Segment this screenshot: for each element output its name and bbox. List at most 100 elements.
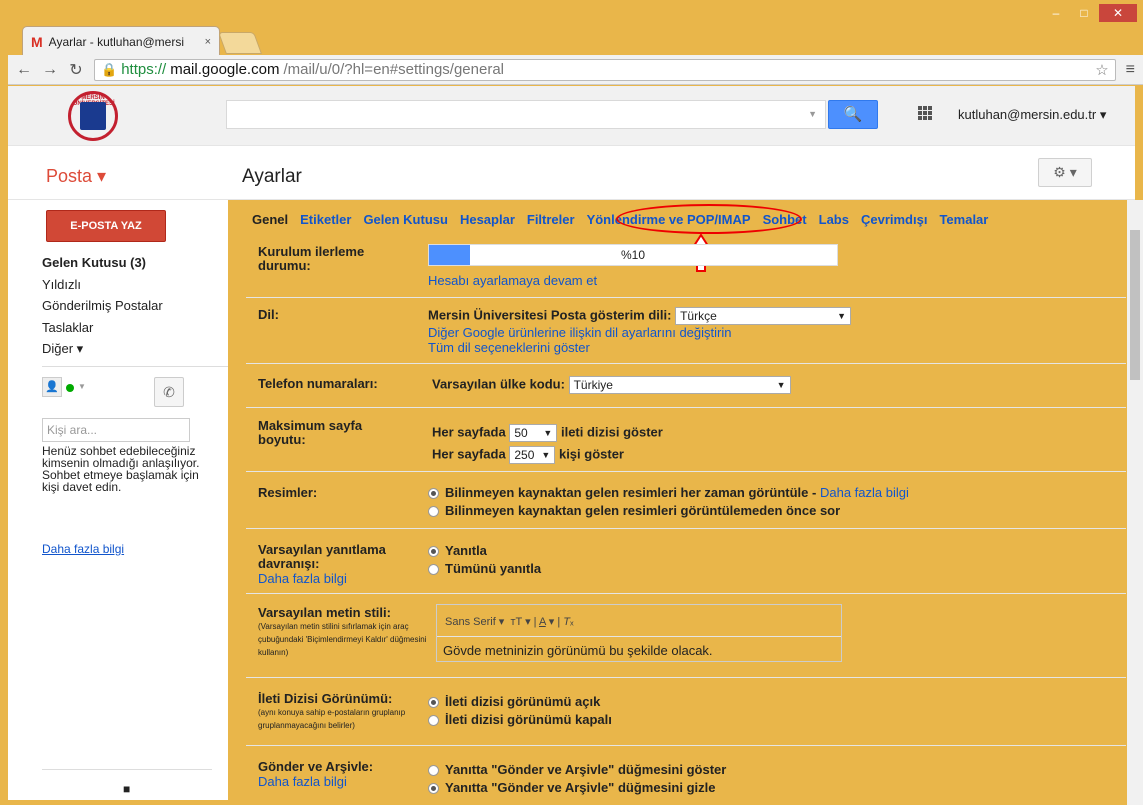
- scrollbar[interactable]: [1127, 200, 1143, 805]
- language-line: Mersin Üniversitesi Posta gösterim dili:…: [428, 307, 852, 325]
- address-bar[interactable]: 🔒 https://mail.google.com/mail/u/0/?hl=e…: [94, 58, 1116, 81]
- tab-labs[interactable]: Labs: [813, 212, 855, 227]
- apps-grid-icon[interactable]: [918, 106, 932, 120]
- tab-themes[interactable]: Temalar: [933, 212, 994, 227]
- tab-offline[interactable]: Çevrimdışı: [855, 212, 933, 227]
- tab-filters[interactable]: Filtreler: [521, 212, 581, 227]
- font-size-icon[interactable]: тT ▾: [510, 616, 530, 628]
- radio-unselected[interactable]: [428, 564, 439, 576]
- radio-selected[interactable]: [428, 488, 439, 500]
- app-switcher[interactable]: Posta ▾: [46, 166, 106, 187]
- tab-general[interactable]: Genel: [246, 212, 294, 227]
- url-scheme: https://: [121, 61, 167, 78]
- archive-option-1[interactable]: Yanıtta "Gönder ve Arşivle" düğmesini gö…: [428, 762, 726, 778]
- thread-option-2[interactable]: İleti dizisi görünümü kapalı: [428, 712, 612, 728]
- images-option-1-text: Bilinmeyen kaynaktan gelen resimleri her…: [445, 485, 809, 500]
- tab-labels[interactable]: Etiketler: [294, 212, 357, 227]
- university-logo[interactable]: MERSİN ÜNİVERSİTESİ 1992: [68, 91, 118, 141]
- setup-progress-bar: %10: [428, 244, 838, 266]
- window-controls: – □ ✕: [1043, 4, 1137, 22]
- maximize-icon[interactable]: □: [1071, 4, 1097, 22]
- reply-option-1-text: Yanıtla: [445, 543, 487, 558]
- page-title: Ayarlar: [242, 166, 302, 187]
- language-text: Mersin Üniversitesi Posta gösterim dili:: [428, 307, 672, 323]
- phone-icon: ✆: [163, 384, 175, 400]
- tab-inbox[interactable]: Gelen Kutusu: [357, 212, 454, 227]
- images-option-2-text: Bilinmeyen kaynaktan gelen resimleri gör…: [445, 503, 841, 518]
- radio-selected[interactable]: [428, 546, 439, 558]
- country-code-select[interactable]: Türkiye ▼: [568, 376, 791, 394]
- back-icon[interactable]: ←: [16, 61, 32, 79]
- phone-text: Varsayılan ülke kodu:: [432, 376, 565, 392]
- search-input[interactable]: ▼: [226, 100, 826, 129]
- thread-option-1[interactable]: İleti dizisi görünümü açık: [428, 694, 600, 710]
- new-tab-button[interactable]: [217, 32, 263, 54]
- online-status-icon[interactable]: [66, 384, 74, 392]
- bookmark-star-icon[interactable]: ☆: [1095, 61, 1108, 79]
- archive-option-2[interactable]: Yanıtta "Gönder ve Arşivle" düğmesini gi…: [428, 780, 715, 796]
- reply-learn-more-link[interactable]: Daha fazla bilgi: [258, 572, 347, 586]
- text-style-editor[interactable]: Sans Serif ▾ тT ▾ | A ▾ | Tₓ Gövde metni…: [436, 604, 842, 662]
- radio-unselected[interactable]: [428, 765, 439, 777]
- browser-tab[interactable]: M Ayarlar - kutluhan@mersi ×: [22, 26, 220, 56]
- language-value: Türkçe: [680, 309, 717, 323]
- text-color-icon[interactable]: A ▾: [539, 616, 554, 628]
- people-search-input[interactable]: Kişi ara...: [42, 418, 190, 442]
- phone-line: Varsayılan ülke kodu: Türkiye ▼: [432, 376, 791, 394]
- progress-text: %10: [620, 248, 646, 262]
- reload-icon[interactable]: ↻: [68, 60, 84, 80]
- threads-value: 50: [514, 426, 528, 440]
- nav-starred[interactable]: Yıldızlı: [42, 277, 81, 292]
- images-option-1[interactable]: Bilinmeyen kaynaktan gelen resimleri her…: [428, 485, 909, 501]
- chevron-down-icon: ▼: [837, 311, 847, 321]
- settings-gear-button[interactable]: ⚙ ▾: [1038, 158, 1092, 187]
- compose-button[interactable]: E-POSTA YAZ: [46, 210, 166, 242]
- tab-accounts[interactable]: Hesaplar: [454, 212, 521, 227]
- phone-call-button[interactable]: ✆: [154, 377, 184, 407]
- reply-option-2[interactable]: Tümünü yanıtla: [428, 561, 541, 577]
- browser-menu-icon[interactable]: ≡: [1126, 61, 1135, 79]
- contacts-per-page-select[interactable]: 250 ▼: [509, 446, 556, 464]
- close-tab-icon[interactable]: ×: [205, 36, 211, 48]
- language-select[interactable]: Türkçe ▼: [675, 307, 852, 325]
- chat-learn-more-link[interactable]: Daha fazla bilgi: [42, 542, 124, 556]
- setting-row-send-archive: Gönder ve Arşivle: Daha fazla bilgi Yanı…: [246, 746, 1126, 804]
- threads-per-page-select[interactable]: 50 ▼: [509, 424, 558, 442]
- reply-option-1[interactable]: Yanıtla: [428, 543, 487, 559]
- radio-unselected[interactable]: [428, 506, 439, 518]
- nav-drafts[interactable]: Taslaklar: [42, 320, 93, 335]
- nav-inbox[interactable]: Gelen Kutusu (3): [42, 255, 146, 270]
- page-size-prefix: Her sayfada: [432, 424, 506, 440]
- radio-selected[interactable]: [428, 783, 439, 795]
- chat-bubble-icon[interactable]: ■: [123, 782, 130, 796]
- search-options-icon[interactable]: ▼: [808, 109, 817, 119]
- radio-unselected[interactable]: [428, 715, 439, 727]
- nav-more[interactable]: Diğer ▾: [42, 341, 83, 357]
- font-select[interactable]: Sans Serif: [445, 616, 496, 628]
- forward-icon[interactable]: →: [42, 61, 58, 79]
- remove-format-icon[interactable]: Tₓ: [563, 616, 573, 628]
- images-option-2[interactable]: Bilinmeyen kaynaktan gelen resimleri gör…: [428, 503, 840, 519]
- url-path: /mail/u/0/?hl=en#settings/general: [283, 61, 504, 78]
- close-window-icon[interactable]: ✕: [1099, 4, 1137, 22]
- account-menu[interactable]: kutluhan@mersin.edu.tr ▾: [958, 107, 1106, 123]
- language-label: Dil:: [258, 307, 279, 322]
- search-button[interactable]: 🔍: [828, 100, 878, 129]
- send-archive-learn-more-link[interactable]: Daha fazla bilgi: [258, 775, 347, 789]
- radio-selected[interactable]: [428, 697, 439, 709]
- avatar[interactable]: 👤: [42, 377, 62, 397]
- images-learn-more-link[interactable]: Daha fazla bilgi: [820, 485, 909, 500]
- nav-sent[interactable]: Gönderilmiş Postalar: [42, 298, 163, 313]
- status-caret-icon[interactable]: ▼: [78, 382, 86, 391]
- minimize-icon[interactable]: –: [1043, 4, 1069, 22]
- continue-setup-link[interactable]: Hesabı ayarlamaya devam et: [428, 273, 597, 289]
- all-languages-link[interactable]: Tüm dil seçeneklerini göster: [428, 340, 590, 356]
- user-email: kutluhan@mersin.edu.tr: [958, 107, 1097, 122]
- chevron-down-icon: ▼: [776, 380, 786, 390]
- browser-toolbar: ← → ↻ 🔒 https://mail.google.com/mail/u/0…: [8, 55, 1143, 85]
- logo-emblem: [80, 102, 106, 130]
- scrollbar-thumb[interactable]: [1130, 230, 1140, 380]
- google-language-link[interactable]: Diğer Google ürünlerine ilişkin dil ayar…: [428, 325, 731, 341]
- setting-row-language: Dil: Mersin Üniversitesi Posta gösterim …: [246, 298, 1126, 364]
- country-value: Türkiye: [573, 378, 613, 392]
